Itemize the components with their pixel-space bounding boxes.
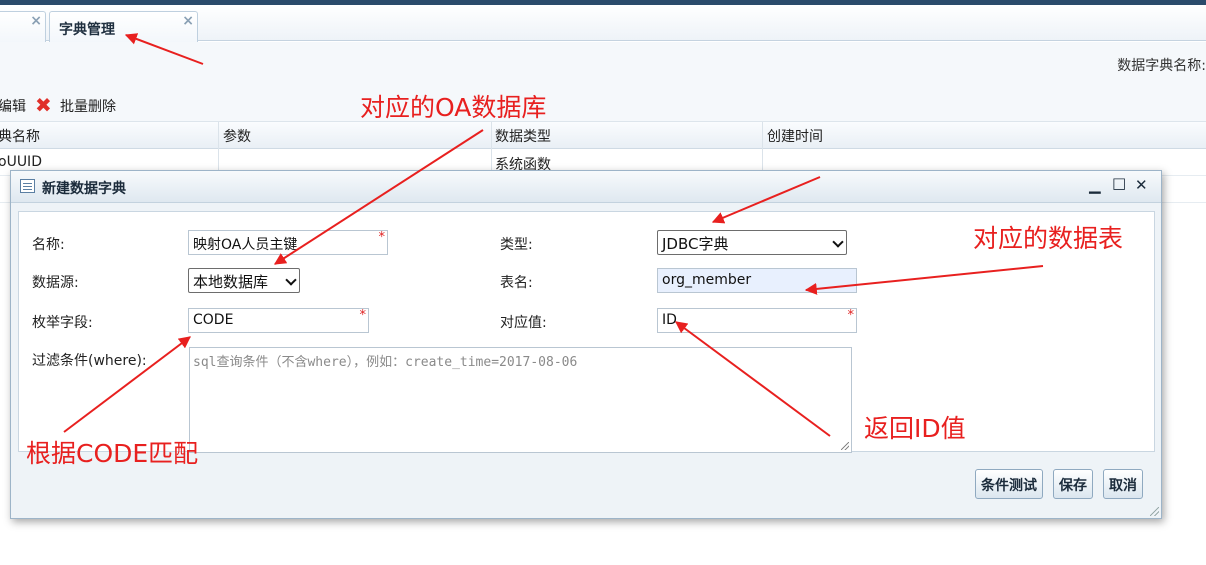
search-bar: 数据字典名称: <box>0 42 1206 90</box>
edit-button[interactable]: 编辑 <box>0 96 26 116</box>
datasource-value: 本地数据库 <box>193 273 269 291</box>
dialog-title: 新建数据字典 <box>42 181 126 197</box>
tab-strip: × 字典管理 × <box>0 5 1206 42</box>
enum-field-value: CODE <box>193 312 234 328</box>
column-header-name[interactable]: 典名称 <box>0 126 40 146</box>
minimize-icon[interactable]: ▁ <box>1089 176 1101 194</box>
save-button[interactable]: 保存 <box>1053 469 1093 499</box>
type-label: 类型: <box>500 237 533 253</box>
enum-field-label: 枚举字段: <box>32 315 93 331</box>
required-mark: * <box>359 308 367 323</box>
name-value: 映射OA人员主键 <box>193 237 298 253</box>
column-header-type[interactable]: 数据类型 <box>495 126 551 146</box>
chevron-down-icon <box>285 274 297 286</box>
tab-dictionary-label: 字典管理 <box>59 22 115 38</box>
maximize-icon[interactable]: □ <box>1112 174 1126 192</box>
column-header-created[interactable]: 创建时间 <box>767 126 823 146</box>
cancel-button[interactable]: 取消 <box>1103 469 1143 499</box>
app-window: × 字典管理 × 数据字典名称: 编辑 ✖ 批量删除 典名称 参数 数据类型 创… <box>0 0 1206 565</box>
close-icon[interactable]: ✕ <box>1135 176 1148 194</box>
datasource-label: 数据源: <box>32 275 79 291</box>
annotation-data-table: 对应的数据表 <box>973 224 1124 253</box>
dialog-resize-icon[interactable] <box>1150 507 1159 516</box>
close-icon[interactable]: × <box>182 13 194 29</box>
cell-name: oUUID <box>0 154 42 170</box>
tab-dictionary-management[interactable]: 字典管理 × <box>49 11 198 42</box>
batch-delete-button[interactable]: 批量删除 <box>60 96 116 116</box>
annotation-return-id: 返回ID值 <box>864 414 966 443</box>
delete-icon[interactable]: ✖ <box>35 93 52 117</box>
table-label: 表名: <box>500 275 533 291</box>
dialog-header[interactable]: 新建数据字典 ▁ □ ✕ <box>11 171 1161 203</box>
type-select[interactable]: JDBC字典 <box>657 230 847 255</box>
resize-handle-icon[interactable] <box>841 442 849 450</box>
annotation-oa-database: 对应的OA数据库 <box>360 93 547 122</box>
annotation-code-match: 根据CODE匹配 <box>26 439 199 468</box>
where-placeholder: sql查询条件（不含where），例如：create_time=2017-08-… <box>193 355 578 370</box>
value-field-input[interactable]: ID * <box>657 308 857 333</box>
test-condition-button[interactable]: 条件测试 <box>975 469 1043 499</box>
table-value: org_member <box>662 272 752 288</box>
value-field-value: ID <box>662 312 677 328</box>
datasource-select[interactable]: 本地数据库 <box>188 268 300 293</box>
form-icon <box>20 179 35 193</box>
grid-header: 典名称 参数 数据类型 创建时间 <box>0 122 1206 149</box>
close-icon[interactable]: × <box>30 13 42 29</box>
name-label: 名称: <box>32 237 65 253</box>
required-mark: * <box>847 308 855 323</box>
type-value: JDBC字典 <box>662 235 729 253</box>
table-input[interactable]: org_member <box>657 268 857 293</box>
tab-previous[interactable]: × <box>0 11 46 42</box>
name-input[interactable]: 映射OA人员主键 * <box>188 230 388 255</box>
enum-field-input[interactable]: CODE * <box>188 308 369 333</box>
search-name-label: 数据字典名称: <box>1117 58 1206 74</box>
column-header-param[interactable]: 参数 <box>223 126 251 146</box>
where-textarea[interactable]: sql查询条件（不含where），例如：create_time=2017-08-… <box>189 347 852 453</box>
where-label: 过滤条件(where): <box>32 353 147 369</box>
toolbar: 编辑 ✖ 批量删除 <box>0 90 1206 122</box>
value-field-label: 对应值: <box>500 315 547 331</box>
required-mark: * <box>378 230 386 245</box>
chevron-down-icon <box>832 236 844 248</box>
